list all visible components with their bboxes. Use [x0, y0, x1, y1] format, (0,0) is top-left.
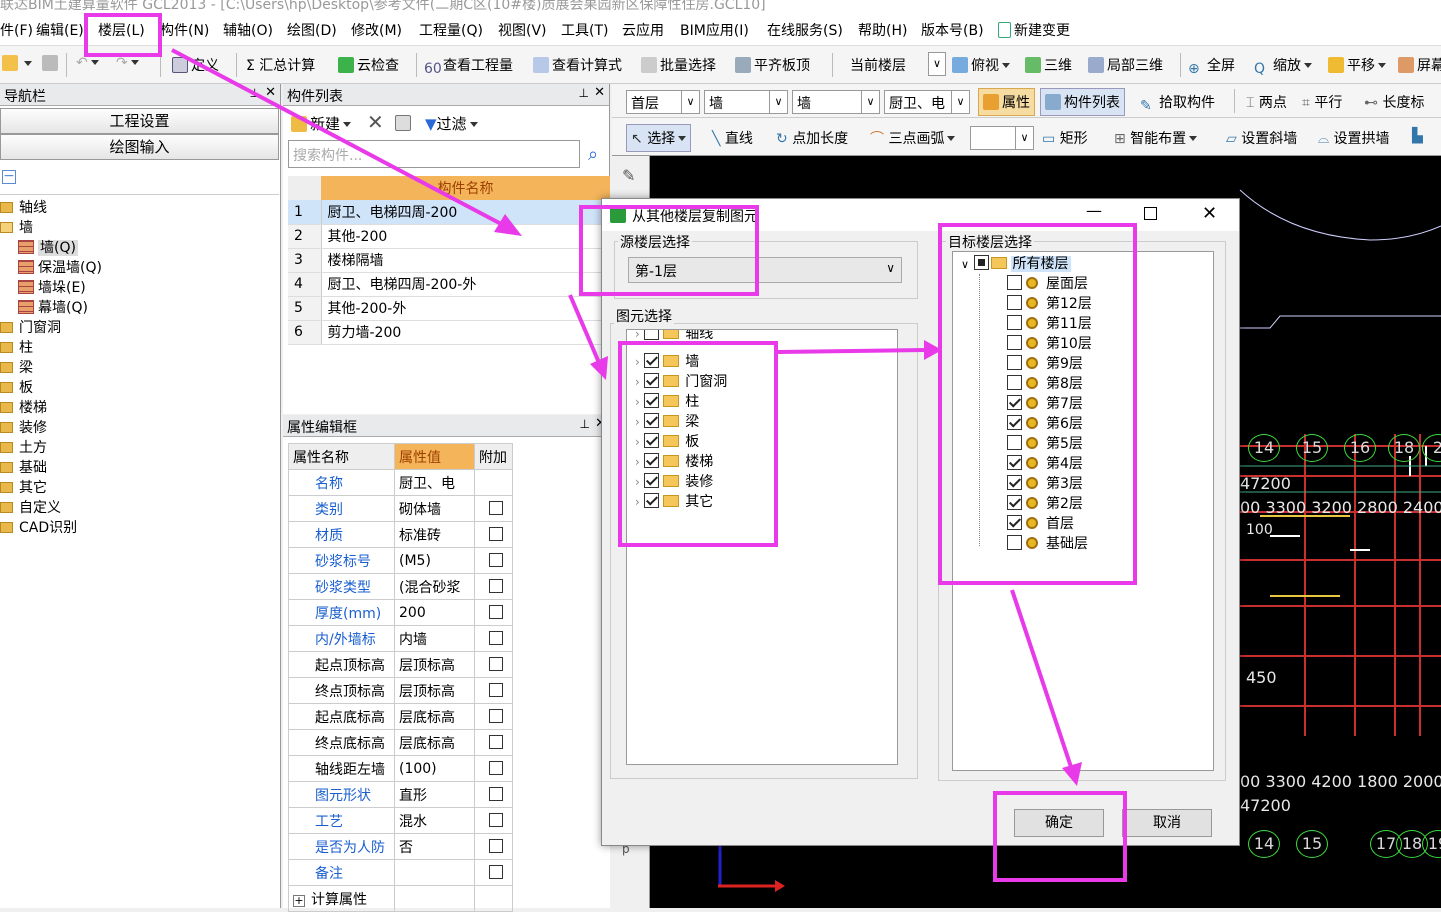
annotation-arrows — [171, 48, 1082, 786]
